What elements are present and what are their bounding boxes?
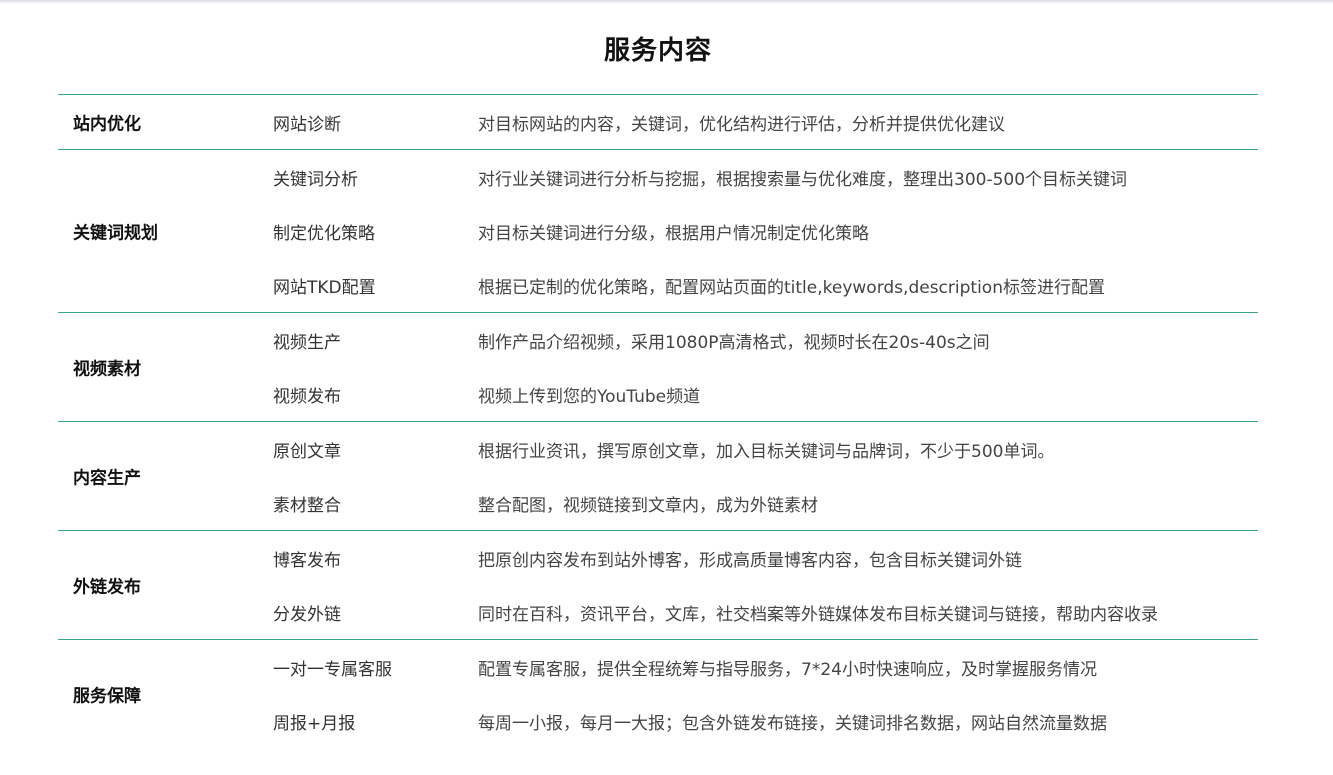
table-row: 原创文章 根据行业资讯，撰写原创文章，加入目标关键词与品牌词，不少于500单词。 (58, 422, 1258, 476)
table-row: 周报+月报 每周一小报，每月一大报；包含外链发布链接，关键词排名数据，网站自然流… (58, 694, 1258, 748)
service-description: 根据已定制的优化策略，配置网站页面的title,keywords,descrip… (478, 277, 1105, 298)
service-group-backlink-publishing: 外链发布 博客发布 把原创内容发布到站外博客，形成高质量博客内容，包含目标关键词… (58, 531, 1258, 640)
table-row: 素材整合 整合配图，视频链接到文章内，成为外链素材 (58, 476, 1258, 530)
table-row: 博客发布 把原创内容发布到站外博客，形成高质量博客内容，包含目标关键词外链 (58, 531, 1258, 585)
service-description: 根据行业资讯，撰写原创文章，加入目标关键词与品牌词，不少于500单词。 (478, 441, 1055, 462)
service-description: 对行业关键词进行分析与挖掘，根据搜索量与优化难度，整理出300-500个目标关键… (478, 169, 1128, 190)
service-description: 视频上传到您的YouTube频道 (478, 386, 701, 407)
service-description: 配置专属客服，提供全程统筹与指导服务，7*24小时快速响应，及时掌握服务情况 (478, 659, 1097, 680)
page-title: 服务内容 (603, 36, 712, 66)
service-description: 把原创内容发布到站外博客，形成高质量博客内容，包含目标关键词外链 (478, 550, 1022, 571)
table-row: 网站诊断 对目标网站的内容，关键词，优化结构进行评估，分析并提供优化建议 (58, 95, 1258, 149)
service-item: 博客发布 (273, 550, 341, 571)
service-group-onsite-optimization: 站内优化 网站诊断 对目标网站的内容，关键词，优化结构进行评估，分析并提供优化建… (58, 95, 1258, 150)
service-group-content-production: 内容生产 原创文章 根据行业资讯，撰写原创文章，加入目标关键词与品牌词，不少于5… (58, 422, 1258, 531)
service-description: 每周一小报，每月一大报；包含外链发布链接，关键词排名数据，网站自然流量数据 (478, 713, 1107, 734)
table-row: 视频发布 视频上传到您的YouTube频道 (58, 367, 1258, 421)
table-row: 视频生产 制作产品介绍视频，采用1080P高清格式，视频时长在20s-40s之间 (58, 313, 1258, 367)
service-description: 同时在百科，资讯平台，文库，社交档案等外链媒体发布目标关键词与链接，帮助内容收录 (478, 604, 1158, 625)
service-item: 周报+月报 (273, 713, 356, 734)
service-item: 视频生产 (273, 332, 341, 353)
service-item: 制定优化策略 (273, 223, 375, 244)
service-item: 素材整合 (273, 495, 341, 516)
service-table: 站内优化 网站诊断 对目标网站的内容，关键词，优化结构进行评估，分析并提供优化建… (58, 94, 1258, 748)
top-shadow-bar (0, 0, 1333, 4)
service-item: 关键词分析 (273, 169, 358, 190)
service-description: 对目标关键词进行分级，根据用户情况制定优化策略 (478, 223, 869, 244)
service-item: 网站诊断 (273, 114, 341, 135)
service-group-service-guarantee: 服务保障 一对一专属客服 配置专属客服，提供全程统筹与指导服务，7*24小时快速… (58, 640, 1258, 748)
service-group-keyword-planning: 关键词规划 关键词分析 对行业关键词进行分析与挖掘，根据搜索量与优化难度，整理出… (58, 150, 1258, 313)
service-item: 一对一专属客服 (273, 659, 392, 680)
service-description: 整合配图，视频链接到文章内，成为外链素材 (478, 495, 818, 516)
service-description: 制作产品介绍视频，采用1080P高清格式，视频时长在20s-40s之间 (478, 332, 990, 353)
table-row: 网站TKD配置 根据已定制的优化策略，配置网站页面的title,keywords… (58, 258, 1258, 312)
table-row: 关键词分析 对行业关键词进行分析与挖掘，根据搜索量与优化难度，整理出300-50… (58, 150, 1258, 204)
service-item: 视频发布 (273, 386, 341, 407)
service-item: 原创文章 (273, 441, 341, 462)
service-item: 网站TKD配置 (273, 277, 376, 298)
table-row: 分发外链 同时在百科，资讯平台，文库，社交档案等外链媒体发布目标关键词与链接，帮… (58, 585, 1258, 639)
service-description: 对目标网站的内容，关键词，优化结构进行评估，分析并提供优化建议 (478, 114, 1005, 135)
table-row: 制定优化策略 对目标关键词进行分级，根据用户情况制定优化策略 (58, 204, 1258, 258)
service-group-video-material: 视频素材 视频生产 制作产品介绍视频，采用1080P高清格式，视频时长在20s-… (58, 313, 1258, 422)
service-item: 分发外链 (273, 604, 341, 625)
table-row: 一对一专属客服 配置专属客服，提供全程统筹与指导服务，7*24小时快速响应，及时… (58, 640, 1258, 694)
